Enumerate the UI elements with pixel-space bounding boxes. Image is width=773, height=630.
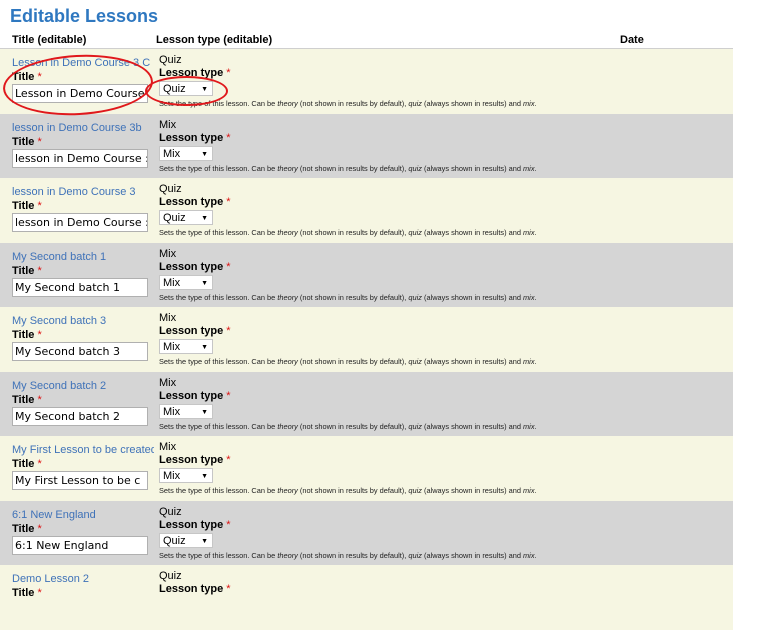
table-row: Lesson in Demo Course 3 C Title * Lesson i… — [0, 49, 733, 114]
lesson-type-label: Lesson type * — [159, 196, 231, 208]
lesson-type-value: Mix — [159, 118, 177, 131]
lesson-type-select[interactable]: Mix ▼ — [159, 403, 213, 419]
lesson-type-select[interactable]: Mix ▼ — [159, 468, 213, 483]
chevron-down-icon: ▼ — [201, 86, 208, 93]
lesson-type-label: Lesson type * — [159, 583, 231, 595]
title-input[interactable]: My First Lesson to be c — [12, 471, 148, 490]
lesson-type-value: Quiz — [159, 505, 182, 518]
title-input[interactable]: 6:1 New England — [12, 535, 148, 555]
chevron-down-icon: ▼ — [201, 215, 208, 222]
table-row: My Second batch 3 Title * My Second batch … — [0, 307, 733, 372]
lesson-type-value: Mix — [159, 441, 177, 453]
title-label: Title * — [12, 264, 42, 277]
lesson-type-value: Mix — [159, 312, 177, 324]
lesson-type-help: Sets the type of this lesson. Can be the… — [159, 228, 537, 237]
lesson-type-label: Lesson type * — [159, 325, 231, 337]
lesson-type-label: Lesson type * — [159, 389, 231, 402]
column-header-lesson-type: Lesson type (editable) — [156, 34, 273, 46]
lesson-type-help: Sets the type of this lesson. Can be the… — [159, 292, 537, 302]
lessons-table: Lesson in Demo Course 3 C Title * Lesson i… — [0, 49, 733, 630]
lesson-type-label: Lesson type * — [159, 131, 231, 144]
title-input[interactable]: My Second batch 3 — [12, 342, 148, 361]
chevron-down-icon: ▼ — [201, 537, 208, 545]
lesson-link[interactable]: My Second batch 1 — [12, 251, 106, 263]
title-label: Title * — [12, 135, 42, 148]
lesson-type-select[interactable]: Mix ▼ — [159, 274, 213, 290]
table-row: 6:1 New England Title * 6:1 New England Qui… — [0, 500, 733, 565]
lesson-type-help: Sets the type of this lesson. Can be the… — [159, 163, 537, 173]
title-label: Title * — [12, 458, 42, 470]
chevron-down-icon: ▼ — [201, 279, 208, 287]
lesson-type-value: Quiz — [159, 570, 182, 582]
title-label: Title * — [12, 200, 42, 212]
lesson-type-select[interactable]: Quiz ▼ — [159, 210, 213, 225]
title-input[interactable]: lesson in Demo Course : — [12, 148, 148, 168]
table-row: lesson in Demo Course 3 Title * lesson in … — [0, 178, 733, 243]
title-label: Title * — [12, 522, 42, 535]
page-title: Editable Lessons — [10, 6, 159, 26]
lesson-type-help: Sets the type of this lesson. Can be the… — [159, 486, 537, 495]
title-input[interactable]: My Second batch 2 — [12, 406, 148, 426]
table-row: My Second batch 1 Title * My Second batch … — [0, 242, 733, 307]
chevron-down-icon: ▼ — [201, 150, 208, 158]
title-input[interactable]: Lesson in Demo Course — [12, 84, 148, 103]
lesson-link[interactable]: My First Lesson to be created — [12, 444, 154, 456]
title-label: Title * — [12, 329, 42, 341]
lesson-type-value: Quiz — [159, 183, 182, 195]
table-row: lesson in Demo Course 3b Title * lesson in… — [0, 113, 733, 178]
lesson-type-help: Sets the type of this lesson. Can be the… — [159, 357, 537, 366]
table-row: My Second batch 2 Title * My Second batch … — [0, 371, 733, 436]
lesson-link[interactable]: Demo Lesson 2 — [12, 573, 89, 585]
column-header-date: Date — [620, 34, 644, 46]
lesson-link[interactable]: My Second batch 2 — [12, 380, 106, 392]
title-input[interactable]: lesson in Demo Course : — [12, 213, 148, 232]
lesson-link[interactable]: My Second batch 3 — [12, 315, 106, 327]
title-label: Title * — [12, 393, 42, 406]
lesson-type-help: Sets the type of this lesson. Can be the… — [159, 421, 537, 431]
column-header-title: Title (editable) — [12, 34, 87, 46]
lesson-type-select[interactable]: Quiz ▼ — [159, 532, 213, 548]
title-label: Title * — [12, 587, 42, 599]
lesson-link[interactable]: 6:1 New England — [12, 509, 96, 521]
lesson-type-value: Mix — [159, 247, 177, 260]
lesson-type-label: Lesson type * — [159, 518, 231, 531]
lesson-type-select[interactable]: Mix ▼ — [159, 339, 213, 354]
title-input[interactable]: My Second batch 1 — [12, 277, 148, 297]
lesson-link[interactable]: lesson in Demo Course 3b — [12, 122, 142, 134]
lesson-link[interactable]: Lesson in Demo Course 3 C — [12, 57, 150, 69]
lesson-type-select[interactable]: Mix ▼ — [159, 145, 213, 161]
lesson-type-label: Lesson type * — [159, 454, 231, 466]
table-row: My First Lesson to be created Title * My F… — [0, 436, 733, 501]
lesson-type-label: Lesson type * — [159, 260, 231, 273]
lesson-type-select[interactable]: Quiz ▼ — [159, 81, 213, 96]
lesson-link[interactable]: lesson in Demo Course 3 — [12, 186, 136, 198]
chevron-down-icon: ▼ — [201, 408, 208, 416]
chevron-down-icon: ▼ — [201, 473, 208, 480]
table-header: Title (editable) Lesson type (editable) … — [0, 32, 733, 49]
lesson-type-value: Mix — [159, 376, 177, 389]
lesson-type-label: Lesson type * — [159, 67, 231, 79]
title-label: Title * — [12, 71, 42, 83]
lesson-type-value: Quiz — [159, 54, 182, 66]
table-row: Demo Lesson 2 Title * Quiz Lesson type * — [0, 565, 733, 630]
lesson-type-help: Sets the type of this lesson. Can be the… — [159, 550, 537, 560]
lesson-type-help: Sets the type of this lesson. Can be the… — [159, 99, 537, 108]
chevron-down-icon: ▼ — [201, 344, 208, 351]
